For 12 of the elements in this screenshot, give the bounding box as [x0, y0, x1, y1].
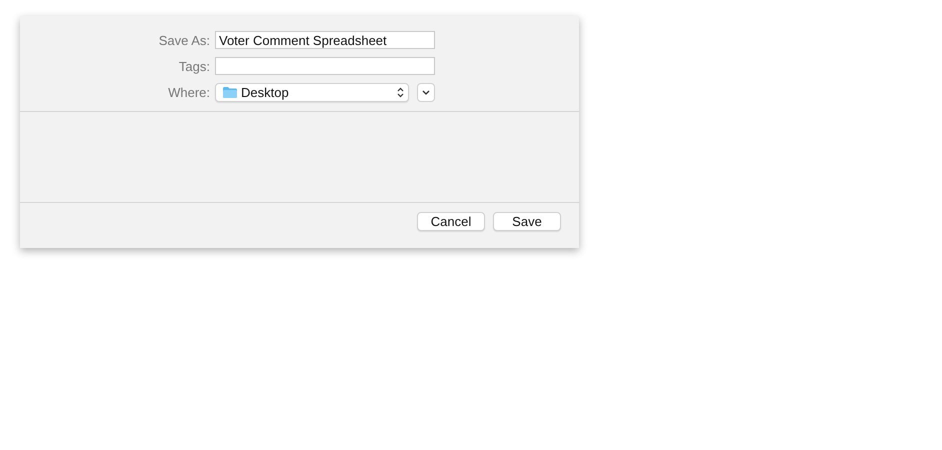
dialog-button[interactable]: Cancel — [417, 212, 485, 231]
tags-label: Tags: — [178, 58, 210, 74]
folder-icon — [223, 87, 237, 98]
location-popup[interactable]: Desktop — [215, 83, 409, 102]
dialog-button[interactable]: Save — [493, 212, 561, 231]
chevron-down-icon — [422, 90, 430, 95]
expand-button[interactable] — [417, 83, 435, 102]
stepper-icon — [397, 87, 404, 98]
tags-field[interactable] — [215, 57, 435, 75]
where-label: Where: — [168, 85, 210, 100]
save-as-field[interactable]: Voter Comment Spreadsheet — [215, 31, 435, 49]
save-as-label: Save As: — [158, 32, 210, 48]
